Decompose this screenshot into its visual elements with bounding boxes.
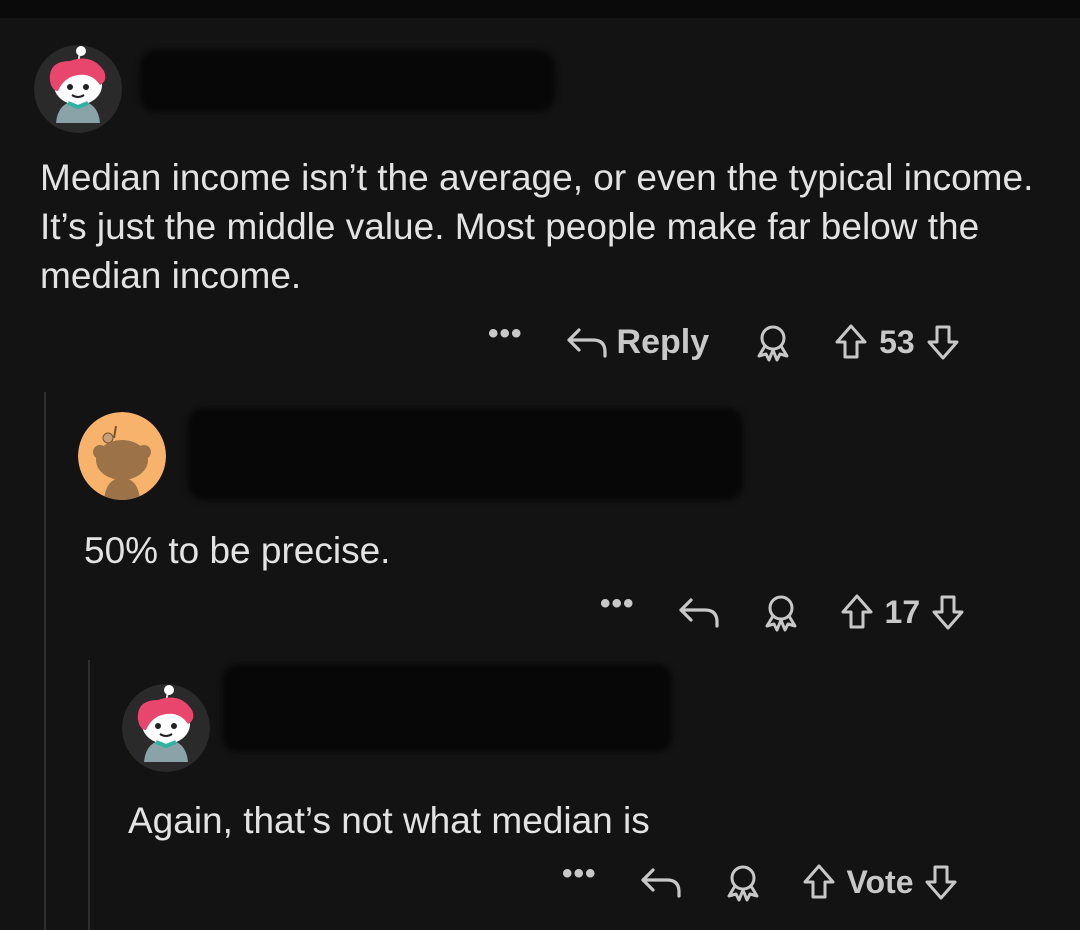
- award-icon: [723, 862, 763, 902]
- downvote-button[interactable]: [928, 592, 968, 632]
- avatar-user-3[interactable]: [122, 684, 210, 772]
- reply-button[interactable]: [677, 594, 721, 630]
- thread-line-level-2[interactable]: [88, 660, 90, 930]
- downvote-arrow-icon: [923, 322, 963, 362]
- more-options-button[interactable]: •••: [562, 859, 597, 889]
- upvote-arrow-icon: [831, 322, 871, 362]
- award-icon: [753, 322, 793, 362]
- downvote-arrow-icon: [928, 592, 968, 632]
- upvote-arrow-icon: [799, 862, 839, 902]
- comment-actions-2: ••• 17: [600, 588, 968, 636]
- snoo-avatar-icon: [122, 684, 210, 772]
- reply-button[interactable]: Reply: [565, 322, 710, 362]
- vote-count: 53: [879, 323, 915, 360]
- comment-actions-3: ••• Vote: [562, 858, 961, 906]
- redaction-1: [140, 50, 555, 112]
- upvote-arrow-icon: [837, 592, 877, 632]
- more-options-button[interactable]: •••: [488, 319, 523, 349]
- comment-body-3: Again, that’s not what median is: [128, 800, 650, 841]
- downvote-button[interactable]: [923, 322, 963, 362]
- award-button[interactable]: [723, 862, 763, 902]
- upvote-button[interactable]: [799, 862, 839, 902]
- downvote-arrow-icon: [921, 862, 961, 902]
- downvote-button[interactable]: [921, 862, 961, 902]
- snoo-avatar-icon: [78, 412, 166, 500]
- upvote-button[interactable]: [831, 322, 871, 362]
- more-options-button[interactable]: •••: [600, 589, 635, 619]
- avatar-user-2[interactable]: [78, 412, 166, 500]
- vote-count: Vote: [846, 863, 914, 900]
- award-button[interactable]: [753, 322, 793, 362]
- reply-arrow-icon: [677, 594, 721, 630]
- reply-arrow-icon: [565, 324, 609, 360]
- avatar-user-1[interactable]: [34, 45, 122, 133]
- comment-body-1: Median income isn’t the average, or even…: [40, 157, 1034, 296]
- award-icon: [761, 592, 801, 632]
- redaction-2: [188, 408, 743, 500]
- reply-arrow-icon: [639, 864, 683, 900]
- vote-count: 17: [884, 593, 921, 630]
- comment-actions-1: ••• Reply 53: [488, 318, 963, 366]
- award-button[interactable]: [761, 592, 801, 632]
- reply-button[interactable]: [639, 864, 683, 900]
- comment-body-2: 50% to be precise.: [84, 530, 391, 571]
- thread-line-level-1[interactable]: [44, 392, 46, 930]
- reply-label: Reply: [616, 322, 710, 361]
- redaction-3: [222, 664, 672, 752]
- upvote-button[interactable]: [837, 592, 877, 632]
- snoo-avatar-icon: [34, 45, 122, 133]
- top-bar: [0, 0, 1080, 18]
